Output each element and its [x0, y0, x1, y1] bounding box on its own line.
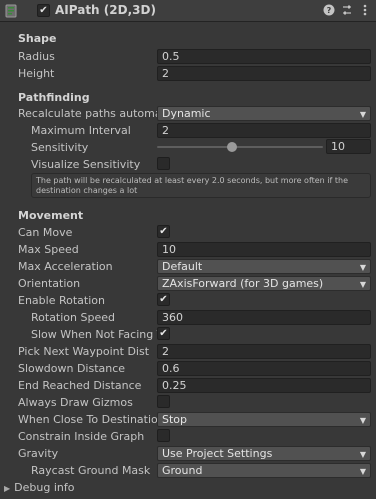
slowdown-distance-field[interactable]: 0.6 — [157, 361, 371, 376]
slow-when-not-facing-checkbox[interactable]: ✔ — [157, 327, 170, 340]
chevron-right-icon: ▶ — [4, 484, 11, 493]
max-speed-field[interactable]: 10 — [157, 242, 371, 257]
gravity-value: Use Project Settings — [162, 447, 273, 460]
orientation-label: Orientation — [18, 277, 81, 290]
preset-icon[interactable] — [340, 3, 354, 17]
debug-info-label: Debug info — [14, 481, 75, 494]
component-title: AIPath (2D,3D) — [55, 3, 156, 17]
chevron-down-icon: ▼ — [359, 110, 366, 119]
max-speed-label: Max Speed — [18, 243, 79, 256]
pick-next-waypoint-label: Pick Next Waypoint Dist — [18, 345, 150, 358]
recalculate-paths-label: Recalculate paths automatic — [18, 107, 157, 120]
rotation-speed-field[interactable]: 360 — [157, 310, 371, 325]
sensitivity-field[interactable]: 10 — [326, 139, 371, 154]
help-icon[interactable]: ? — [322, 3, 336, 17]
chevron-down-icon: ▼ — [359, 263, 366, 272]
movement-heading: Movement — [18, 209, 84, 222]
constrain-inside-graph-checkbox[interactable] — [157, 429, 170, 442]
orientation-dropdown[interactable]: ZAxisForward (for 3D games) ▼ — [157, 276, 371, 291]
when-close-dropdown[interactable]: Stop ▼ — [157, 412, 371, 427]
max-acceleration-dropdown[interactable]: Default ▼ — [157, 259, 371, 274]
orientation-value: ZAxisForward (for 3D games) — [162, 277, 324, 290]
gravity-label: Gravity — [18, 447, 59, 460]
constrain-inside-graph-label: Constrain Inside Graph — [18, 430, 145, 443]
maximum-interval-label: Maximum Interval — [31, 124, 131, 137]
radius-label: Radius — [18, 50, 55, 63]
recalculate-paths-dropdown[interactable]: Dynamic ▼ — [157, 106, 371, 121]
chevron-down-icon: ▼ — [359, 416, 366, 425]
when-close-label: When Close To Destination — [18, 413, 165, 426]
maximum-interval-field[interactable]: 2 — [157, 123, 371, 138]
end-reached-distance-field[interactable]: 0.25 — [157, 378, 371, 393]
height-label: Height — [18, 67, 55, 80]
always-draw-gizmos-checkbox[interactable] — [157, 395, 170, 408]
always-draw-gizmos-label: Always Draw Gizmos — [18, 396, 133, 409]
context-menu-icon[interactable] — [358, 3, 372, 17]
sensitivity-slider-track[interactable] — [157, 146, 323, 148]
height-field[interactable]: 2 — [157, 66, 371, 81]
recalculate-paths-value: Dynamic — [162, 107, 211, 120]
pathfinding-heading: Pathfinding — [18, 91, 90, 104]
sensitivity-slider-handle[interactable] — [226, 142, 237, 152]
max-acceleration-label: Max Acceleration — [18, 260, 113, 273]
pick-next-waypoint-field[interactable]: 2 — [157, 344, 371, 359]
visualize-sensitivity-label: Visualize Sensitivity — [31, 158, 141, 171]
raycast-ground-mask-value: Ground — [162, 464, 203, 477]
component-enabled-checkbox[interactable]: ✔ — [37, 4, 50, 17]
shape-heading: Shape — [18, 32, 57, 45]
end-reached-distance-label: End Reached Distance — [18, 379, 142, 392]
chevron-down-icon: ▼ — [359, 280, 366, 289]
chevron-down-icon: ▼ — [359, 467, 366, 476]
slowdown-distance-label: Slowdown Distance — [18, 362, 126, 375]
enable-rotation-checkbox[interactable]: ✔ — [157, 293, 170, 306]
gravity-dropdown[interactable]: Use Project Settings ▼ — [157, 446, 371, 461]
can-move-label: Can Move — [18, 226, 73, 239]
script-icon — [4, 4, 18, 18]
visualize-sensitivity-checkbox[interactable] — [157, 157, 170, 170]
svg-text:?: ? — [327, 6, 332, 15]
recalculation-help-box: The path will be recalculated at least e… — [31, 173, 371, 198]
enable-rotation-label: Enable Rotation — [18, 294, 105, 307]
radius-field[interactable]: 0.5 — [157, 49, 371, 64]
max-acceleration-value: Default — [162, 260, 203, 273]
slow-when-not-facing-label: Slow When Not Facing Tar — [31, 328, 157, 341]
sensitivity-label: Sensitivity — [31, 141, 89, 154]
rotation-speed-label: Rotation Speed — [31, 311, 115, 324]
can-move-checkbox[interactable]: ✔ — [157, 225, 170, 238]
when-close-value: Stop — [162, 413, 188, 426]
raycast-ground-mask-label: Raycast Ground Mask — [31, 464, 151, 477]
debug-info-foldout[interactable]: ▶ Debug info — [4, 481, 74, 494]
component-header: ✔ AIPath (2D,3D) ? — [0, 0, 376, 22]
raycast-ground-mask-dropdown[interactable]: Ground ▼ — [157, 463, 371, 478]
chevron-down-icon: ▼ — [359, 450, 366, 459]
